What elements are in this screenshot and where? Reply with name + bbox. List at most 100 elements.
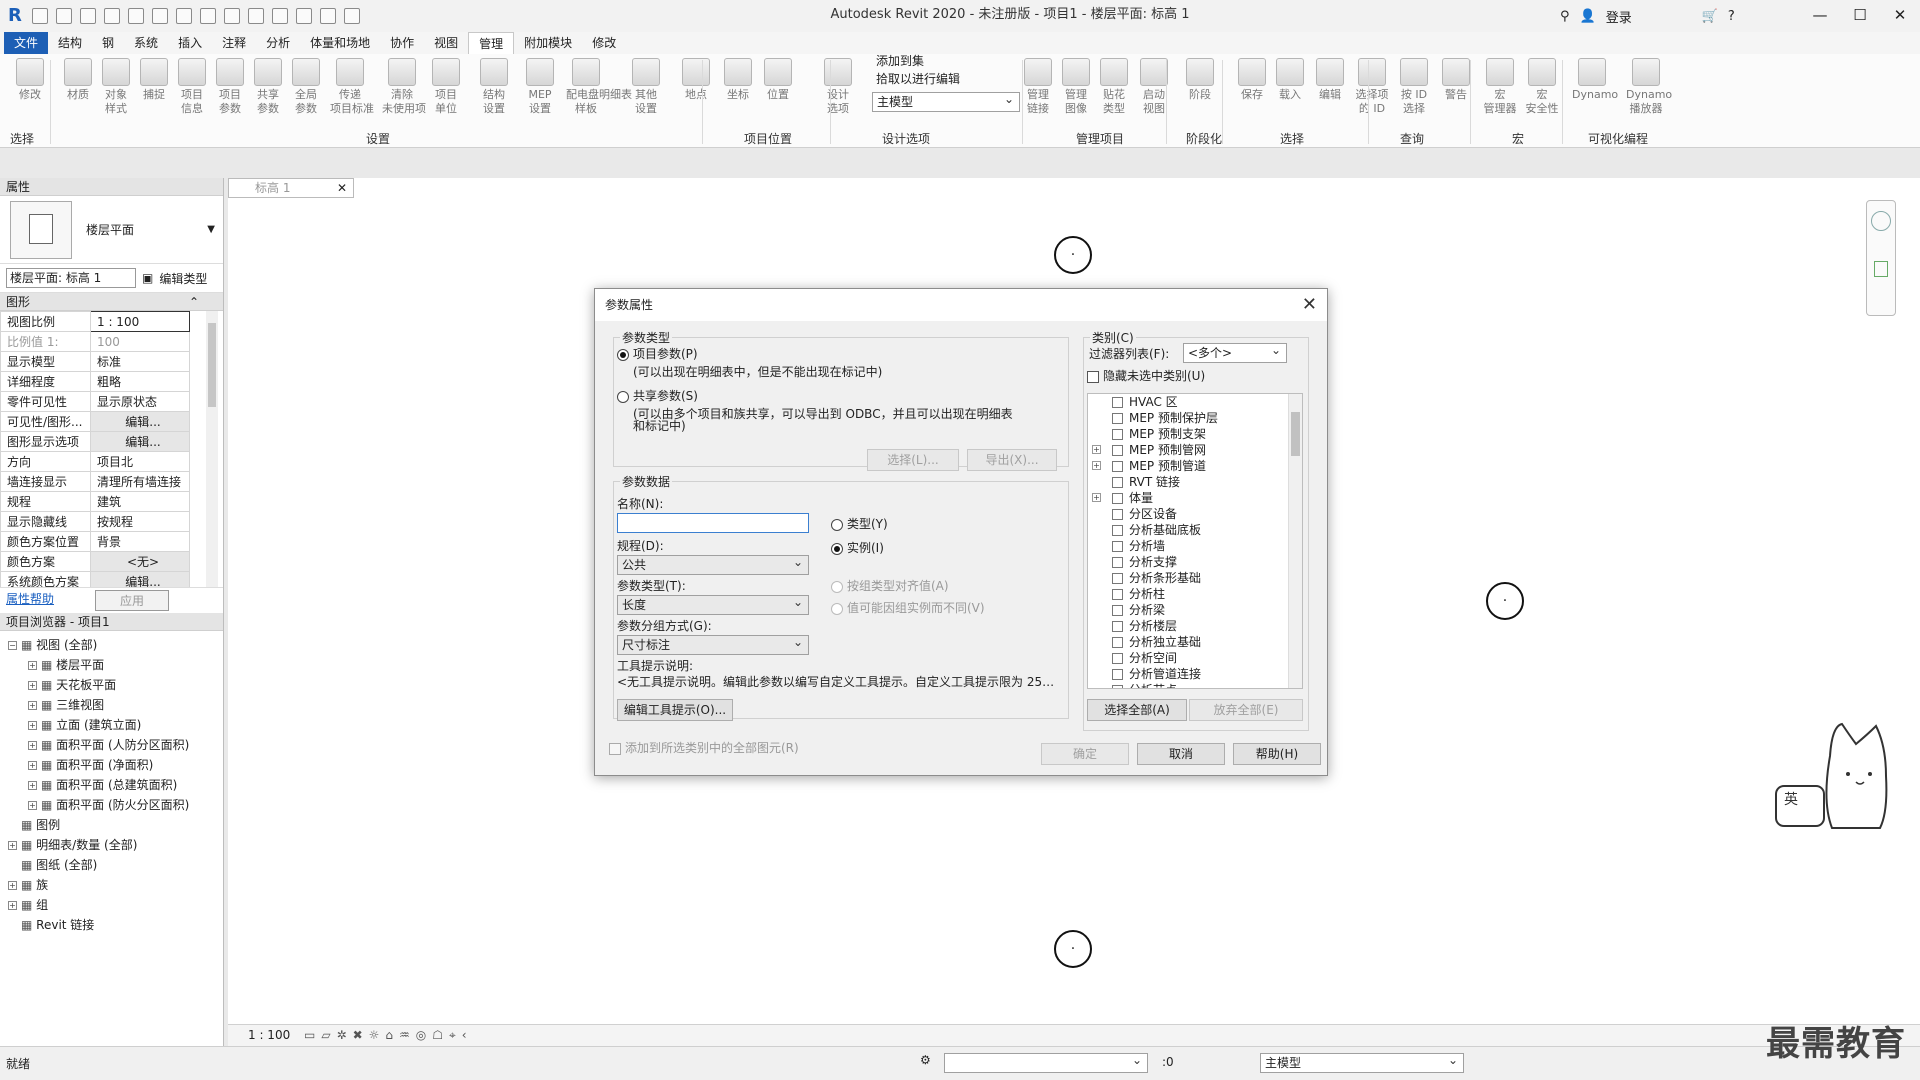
- expand-icon[interactable]: +: [28, 741, 37, 750]
- text-icon[interactable]: [248, 8, 264, 24]
- design-option-select[interactable]: 主模型: [872, 90, 1020, 112]
- checkbox-icon[interactable]: [1112, 685, 1123, 688]
- select-all-button[interactable]: 选择全部(A): [1087, 699, 1187, 721]
- property-value[interactable]: 建筑: [90, 491, 190, 512]
- expand-icon[interactable]: +: [1092, 493, 1101, 502]
- ribbon-button-2[interactable]: 对象 样式: [96, 58, 136, 116]
- browser-item[interactable]: + ▦ 面积平面 (防火分区面积): [0, 795, 223, 815]
- ribbon-button-5[interactable]: 项目 参数: [210, 58, 250, 116]
- expand-icon[interactable]: +: [28, 721, 37, 730]
- ribbon-button-1[interactable]: 材质: [58, 58, 98, 102]
- graphics-group-header[interactable]: 图形 ⌃: [0, 293, 223, 311]
- property-row[interactable]: 图形显示选项 编辑...: [0, 431, 190, 452]
- expand-icon[interactable]: +: [28, 681, 37, 690]
- tab-6[interactable]: 分析: [256, 32, 300, 54]
- property-row[interactable]: 显示模型 标准: [0, 351, 190, 372]
- ribbon-button-14[interactable]: 其他 设置: [626, 58, 666, 116]
- save-icon[interactable]: [56, 8, 72, 24]
- workset-icon[interactable]: ⚙: [920, 1053, 931, 1067]
- tab-5[interactable]: 注释: [212, 32, 256, 54]
- steering-wheel-icon[interactable]: [1871, 211, 1891, 231]
- category-item[interactable]: RVT 链接: [1088, 474, 1302, 490]
- close-tab-icon[interactable]: ✕: [337, 179, 347, 197]
- browser-item[interactable]: + ▦ 组: [0, 895, 223, 915]
- browser-item[interactable]: + ▦ 立面 (建筑立面): [0, 715, 223, 735]
- browser-item[interactable]: + ▦ 面积平面 (人防分区面积): [0, 735, 223, 755]
- export-shared-button[interactable]: 导出(X)...: [967, 449, 1057, 471]
- category-item[interactable]: 分析梁: [1088, 602, 1302, 618]
- print-icon[interactable]: [152, 8, 168, 24]
- category-item[interactable]: 分区设备: [1088, 506, 1302, 522]
- tab-2[interactable]: 钢: [92, 32, 124, 54]
- ok-button[interactable]: 确定: [1041, 743, 1129, 765]
- apply-button[interactable]: 应用: [95, 590, 169, 611]
- param-kind-select[interactable]: 长度: [617, 593, 809, 615]
- property-row[interactable]: 墙连接显示 清理所有墙连接: [0, 471, 190, 492]
- revit-logo-icon[interactable]: R: [8, 6, 24, 26]
- user-icon[interactable]: 👤: [1580, 9, 1596, 24]
- panel-label-6[interactable]: 选择: [1280, 130, 1304, 147]
- group-select[interactable]: 尺寸标注: [617, 633, 809, 655]
- property-value[interactable]: 项目北: [90, 451, 190, 472]
- collapse-icon[interactable]: ⌃: [189, 293, 199, 311]
- checkbox-icon[interactable]: [1112, 573, 1123, 584]
- browser-item[interactable]: + ▦ 面积平面 (总建筑面积): [0, 775, 223, 795]
- design-option-status-select[interactable]: 主模型: [1260, 1051, 1464, 1073]
- measure-icon[interactable]: [176, 8, 192, 24]
- property-value[interactable]: 编辑...: [90, 411, 190, 432]
- cart-icon[interactable]: 🛒: [1702, 9, 1718, 24]
- expand-icon[interactable]: +: [28, 761, 37, 770]
- undo-icon[interactable]: [104, 8, 120, 24]
- browser-item[interactable]: + ▦ 族: [0, 875, 223, 895]
- checkbox-icon[interactable]: [1112, 413, 1123, 424]
- category-item[interactable]: + 体量: [1088, 490, 1302, 506]
- property-value[interactable]: 标准: [90, 351, 190, 372]
- property-row[interactable]: 显示隐藏线 按规程: [0, 511, 190, 532]
- tab-9[interactable]: 视图: [424, 32, 468, 54]
- section-icon[interactable]: [296, 8, 312, 24]
- ribbon-button-4[interactable]: 项目 信息: [172, 58, 212, 116]
- checkbox-icon[interactable]: [1112, 621, 1123, 632]
- category-item[interactable]: 分析条形基础: [1088, 570, 1302, 586]
- open-icon[interactable]: [32, 8, 48, 24]
- ribbon-button-17[interactable]: 位置: [758, 58, 798, 102]
- checkbox-icon[interactable]: [1112, 589, 1123, 600]
- property-value[interactable]: 粗略: [90, 371, 190, 392]
- category-item[interactable]: 分析柱: [1088, 586, 1302, 602]
- expand-icon[interactable]: +: [28, 781, 37, 790]
- tab-1[interactable]: 结构: [48, 32, 92, 54]
- properties-help-link[interactable]: 属性帮助: [6, 590, 54, 611]
- ribbon-button-33[interactable]: Dynamo 播放器: [1626, 58, 1672, 116]
- expand-icon[interactable]: +: [8, 841, 17, 850]
- checkbox-icon[interactable]: [1112, 445, 1123, 456]
- property-row[interactable]: 规程 建筑: [0, 491, 190, 512]
- panel-label-1[interactable]: 设置: [366, 130, 390, 147]
- deselect-all-button[interactable]: 放弃全部(E): [1189, 699, 1303, 721]
- property-row[interactable]: 比例值 1: 100: [0, 331, 190, 352]
- ribbon-button-6[interactable]: 共享 参数: [248, 58, 288, 116]
- checkbox-icon[interactable]: [1112, 637, 1123, 648]
- panel-label-7[interactable]: 查询: [1400, 130, 1424, 147]
- property-value[interactable]: 100: [90, 331, 190, 352]
- ribbon-button-13[interactable]: 配电盘明细表 样板: [566, 58, 632, 116]
- checkbox-icon[interactable]: [1112, 429, 1123, 440]
- panel-label-2[interactable]: 项目位置: [744, 130, 792, 147]
- tab-12[interactable]: 修改: [582, 32, 626, 54]
- checkbox-icon[interactable]: [1112, 669, 1123, 680]
- parameter-name-input[interactable]: [617, 513, 809, 533]
- expand-icon[interactable]: +: [28, 701, 37, 710]
- shared-param-radio[interactable]: 共享参数(S): [617, 389, 698, 404]
- ribbon-button-10[interactable]: 项目 单位: [426, 58, 466, 116]
- edit-type-button[interactable]: 编辑类型: [159, 270, 207, 287]
- maximize-icon[interactable]: ☐: [1840, 0, 1880, 30]
- property-value[interactable]: 编辑...: [90, 431, 190, 452]
- category-item[interactable]: 分析管道连接: [1088, 666, 1302, 682]
- category-item[interactable]: 分析基础底板: [1088, 522, 1302, 538]
- category-item[interactable]: 分析支撑: [1088, 554, 1302, 570]
- view-scale[interactable]: 1 : 100: [248, 1028, 290, 1042]
- property-value[interactable]: 1 : 100: [90, 311, 190, 332]
- minimize-icon[interactable]: —: [1800, 0, 1840, 30]
- property-row[interactable]: 颜色方案位置 背景: [0, 531, 190, 552]
- checkbox-icon[interactable]: [1112, 477, 1123, 488]
- tab-10[interactable]: 管理: [468, 31, 515, 55]
